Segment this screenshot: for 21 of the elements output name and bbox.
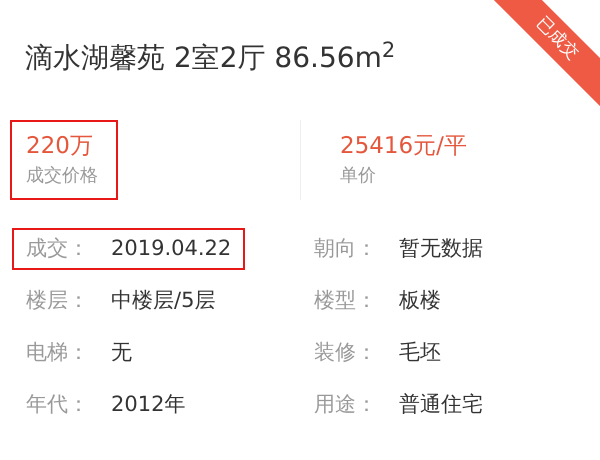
detail-label: 成交： xyxy=(26,235,90,262)
detail-label: 年代： xyxy=(26,391,90,418)
detail-label: 装修： xyxy=(314,339,378,366)
detail-value: 无 xyxy=(111,339,132,366)
detail-label: 用途： xyxy=(314,391,378,418)
detail-label: 楼型： xyxy=(314,287,378,314)
listing-title: 滴水湖馨苑 2室2厅 86.56m$^{2}$ xyxy=(25,38,396,76)
detail-value: 中楼层/5层 xyxy=(111,287,216,314)
detail-label: 楼层： xyxy=(26,287,90,314)
detail-value: 板楼 xyxy=(399,287,441,314)
detail-label: 朝向： xyxy=(314,235,378,262)
stat-label: 单价 xyxy=(340,164,377,188)
stat-value: 25416元/平 xyxy=(340,132,467,161)
detail-value: 毛坯 xyxy=(399,339,441,366)
detail-value: 2012年 xyxy=(111,391,186,418)
stat-label: 成交价格 xyxy=(26,164,99,188)
stat-value: 220万 xyxy=(26,132,94,161)
detail-label: 电梯： xyxy=(26,339,90,366)
detail-value: 普通住宅 xyxy=(399,391,483,418)
detail-value: 2019.04.22 xyxy=(111,235,232,262)
detail-value: 暂无数据 xyxy=(399,235,483,262)
